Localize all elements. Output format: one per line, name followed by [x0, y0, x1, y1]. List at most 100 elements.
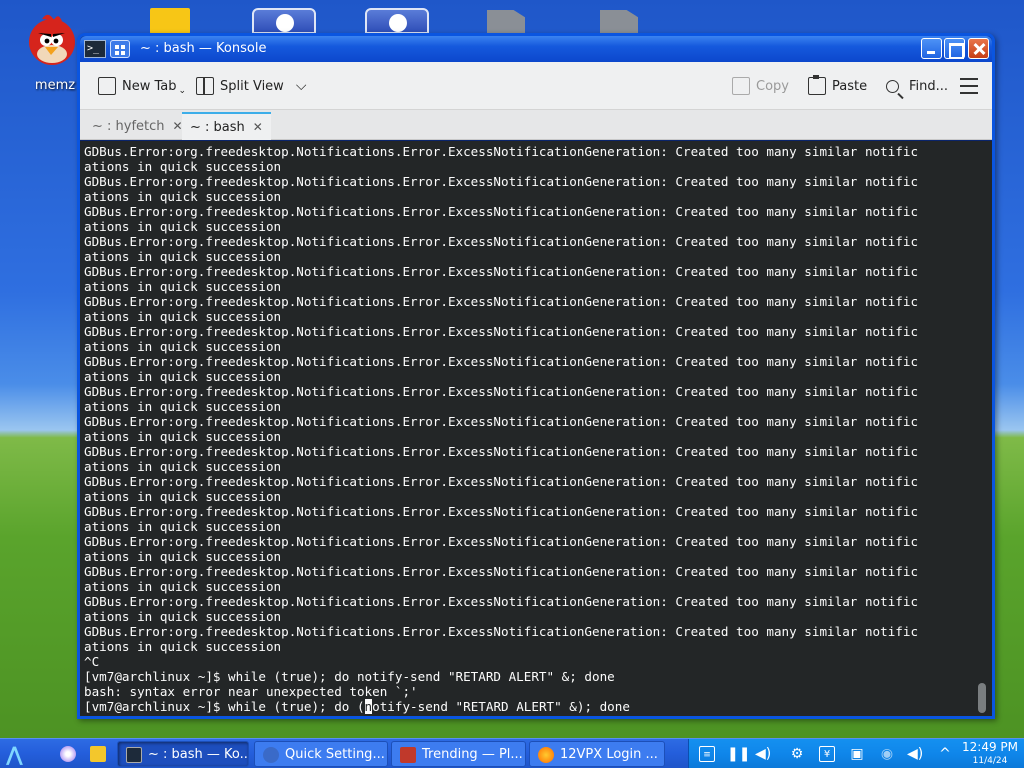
copy-icon [732, 77, 750, 95]
new-tab-button[interactable]: New Tab ⌄ [98, 75, 186, 97]
terminal-line: ations in quick succession [84, 459, 282, 474]
terminal-line: ations in quick succession [84, 339, 282, 354]
app-launcher-icon[interactable]: ⋀ [6, 744, 26, 764]
search-icon [886, 79, 899, 93]
terminal-line: GDBus.Error:org.freedesktop.Notification… [84, 564, 919, 579]
pause-icon[interactable]: ❚❚ [727, 746, 750, 762]
record-icon[interactable]: ◉ [879, 746, 895, 762]
terminal-line: GDBus.Error:org.freedesktop.Notification… [84, 384, 919, 399]
task-trending[interactable]: Trending — Pl... [391, 741, 526, 767]
play-icon [400, 747, 416, 763]
system-tray: ≡ ❚❚ ◀) ⚙ ¥ ▣ ◉ ◀) ^ 12:49 PM 11/4/24 [688, 739, 1024, 768]
tab-bash[interactable]: ~ : bash ✕ [182, 112, 271, 140]
chevron-up-icon[interactable]: ^ [937, 746, 953, 762]
clock-date: 11/4/24 [972, 756, 1008, 766]
terminal-line: ations in quick succession [84, 309, 282, 324]
user-folder-icon[interactable] [365, 8, 429, 34]
terminal-line: [vm7@archlinux ~]$ while (true); do noti… [84, 669, 615, 684]
tab-label: ~ : bash [190, 119, 245, 135]
volume-icon[interactable]: ◀) [907, 746, 923, 762]
title-bar[interactable]: >_ ~ : bash — Konsole [80, 36, 992, 62]
settings-icon [263, 747, 279, 763]
scrollbar[interactable] [978, 683, 986, 713]
new-tab-icon [98, 77, 116, 95]
chevron-down-icon: ⌵ [295, 78, 307, 94]
konsole-window: >_ ~ : bash — Konsole New Tab ⌄ Split Vi… [77, 33, 995, 719]
terminal-line: ations in quick succession [84, 219, 282, 234]
terminal-line: ations in quick succession [84, 519, 282, 534]
split-view-button[interactable]: Split View ⌵ [196, 75, 306, 97]
tab-label: ~ : hyfetch [92, 118, 165, 134]
quicklaunch-icon[interactable] [60, 746, 76, 762]
terminal-line: GDBus.Error:org.freedesktop.Notification… [84, 324, 919, 339]
tab-bar: ~ : hyfetch ✕ ~ : bash ✕ [80, 110, 992, 140]
file-icon[interactable] [487, 10, 525, 34]
terminal-line: ations in quick succession [84, 609, 282, 624]
folder-icon[interactable] [90, 746, 106, 762]
terminal-line: GDBus.Error:org.freedesktop.Notification… [84, 534, 919, 549]
clock-time: 12:49 PM [962, 740, 1018, 754]
terminal-line: GDBus.Error:org.freedesktop.Notification… [84, 474, 919, 489]
network-icon[interactable]: ▣ [849, 746, 865, 762]
task-quick-settings[interactable]: Quick Setting... [254, 741, 388, 767]
terminal-line: GDBus.Error:org.freedesktop.Notification… [84, 144, 919, 159]
task-label: Quick Setting... [285, 747, 385, 762]
maximize-button[interactable] [944, 38, 965, 59]
terminal-line: ations in quick succession [84, 489, 282, 504]
copy-button[interactable]: Copy [732, 75, 789, 97]
clipboard-icon[interactable]: ≡ [699, 746, 715, 762]
terminal-line: bash: syntax error near unexpected token… [84, 684, 418, 699]
terminal-line: ations in quick succession [84, 429, 282, 444]
file-icon[interactable] [600, 10, 638, 34]
terminal-line: GDBus.Error:org.freedesktop.Notification… [84, 264, 919, 279]
copy-label: Copy [756, 78, 789, 94]
terminal-icon: >_ [84, 40, 106, 58]
split-view-icon [196, 77, 214, 95]
desktop-icon-label: memz [34, 78, 76, 93]
close-button[interactable] [968, 38, 989, 59]
key-icon[interactable]: ¥ [819, 746, 835, 762]
terminal-line: GDBus.Error:org.freedesktop.Notification… [84, 504, 919, 519]
folder-icon[interactable] [150, 8, 190, 34]
split-view-label: Split View [220, 78, 284, 94]
toolbar: New Tab ⌄ Split View ⌵ Copy Paste Find..… [80, 62, 992, 110]
terminal-line: ations in quick succession [84, 279, 282, 294]
task-firefox[interactable]: 12VPX Login ... [529, 741, 665, 767]
user-folder-icon[interactable] [252, 8, 316, 34]
terminal-line: GDBus.Error:org.freedesktop.Notification… [84, 354, 919, 369]
tab-hyfetch[interactable]: ~ : hyfetch ✕ [84, 112, 191, 140]
clock[interactable]: 12:49 PM 11/4/24 [962, 740, 1018, 768]
settings-gear-icon[interactable]: ⚙ [789, 746, 805, 762]
task-label: Trending — Pl... [422, 747, 523, 762]
terminal-line: ations in quick succession [84, 639, 282, 654]
firefox-icon [538, 747, 554, 763]
find-button[interactable]: Find... [886, 75, 948, 97]
terminal-line: GDBus.Error:org.freedesktop.Notification… [84, 624, 919, 639]
minimize-button[interactable] [921, 38, 942, 59]
terminal-line: GDBus.Error:org.freedesktop.Notification… [84, 594, 919, 609]
terminal-line: ations in quick succession [84, 549, 282, 564]
terminal-line: ations in quick succession [84, 579, 282, 594]
paste-icon [808, 75, 826, 95]
terminal-output[interactable]: GDBus.Error:org.freedesktop.Notification… [80, 141, 992, 716]
chevron-down-icon[interactable]: ⌄ [179, 86, 187, 96]
terminal-line: ations in quick succession [84, 399, 282, 414]
terminal-prompt-line[interactable]: [vm7@archlinux ~]$ while (true); do (not… [84, 699, 992, 714]
terminal-line: ations in quick succession [84, 189, 282, 204]
task-label: ~ : bash — Ko... [148, 747, 249, 762]
terminal-line: GDBus.Error:org.freedesktop.Notification… [84, 234, 919, 249]
terminal-line: GDBus.Error:org.freedesktop.Notification… [84, 414, 919, 429]
prompt-text: [vm7@archlinux ~]$ while (true); do ( [84, 699, 365, 714]
terminal-line: ^C [84, 654, 100, 669]
speaker-icon[interactable]: ◀) [755, 746, 771, 762]
terminal-line: GDBus.Error:org.freedesktop.Notification… [84, 174, 919, 189]
hamburger-menu-icon[interactable] [960, 78, 978, 94]
paste-label: Paste [832, 78, 868, 94]
terminal-icon [126, 747, 142, 763]
new-tab-label: New Tab [122, 78, 177, 94]
prompt-text: otify-send "RETARD ALERT" &); done [372, 699, 630, 714]
task-konsole[interactable]: ~ : bash — Ko... [117, 741, 249, 767]
close-icon[interactable]: ✕ [253, 120, 263, 134]
window-menu-icon[interactable] [110, 40, 130, 58]
paste-button[interactable]: Paste [808, 75, 867, 97]
